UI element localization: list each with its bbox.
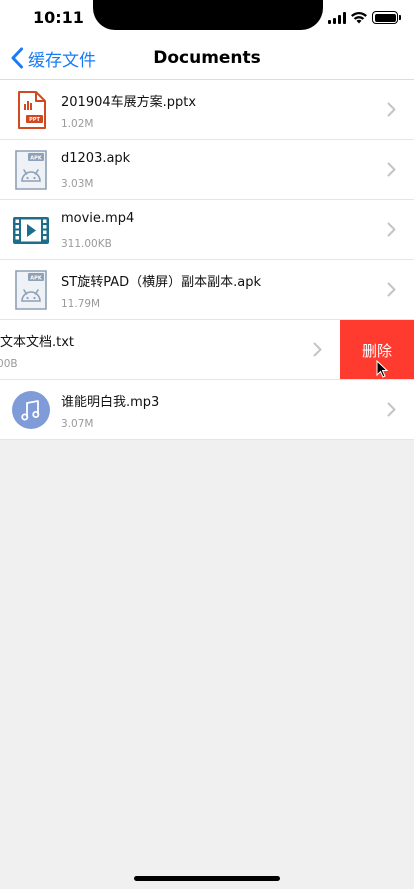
file-size: 3.07M: [61, 418, 94, 430]
file-size: 2.00B: [0, 358, 18, 370]
apk-file-icon: APK: [15, 150, 47, 190]
status-bar: 10:11: [0, 0, 414, 36]
home-indicator[interactable]: [134, 876, 280, 881]
list-item[interactable]: 谁能明白我.mp3 3.07M: [0, 380, 414, 440]
chevron-left-icon: [11, 47, 23, 69]
chevron-right-icon: [387, 402, 396, 417]
file-name: ST旋转PAD（横屏）副本副本.apk: [61, 275, 261, 290]
file-size: 3.03M: [61, 178, 94, 190]
screen: 10:11 缓存文件 Documents PPT 201904车展方案.pptx…: [0, 0, 414, 889]
file-name: d1203.apk: [61, 151, 131, 166]
notch: [93, 0, 323, 30]
list-item[interactable]: movie.mp4 311.00KB: [0, 200, 414, 260]
battery-icon: [372, 11, 401, 24]
list-item[interactable]: 建文本文档.txt 2.00B 删除: [0, 320, 414, 380]
back-label: 缓存文件: [28, 50, 96, 71]
signal-icon: [328, 12, 346, 24]
apk-file-icon: APK: [15, 270, 47, 310]
mouse-cursor-icon: [376, 360, 388, 378]
chevron-right-icon: [387, 222, 396, 237]
svg-text:PPT: PPT: [29, 117, 40, 123]
chevron-right-icon: [387, 282, 396, 297]
list-item[interactable]: PPT 201904车展方案.pptx 1.02M: [0, 80, 414, 140]
file-name: 谁能明白我.mp3: [61, 395, 160, 410]
music-file-icon: [12, 391, 50, 429]
file-size: 1.02M: [61, 118, 94, 130]
file-name: 建文本文档.txt: [0, 335, 75, 350]
wifi-icon: [351, 11, 367, 24]
status-time: 10:11: [33, 8, 84, 27]
delete-label: 删除: [361, 341, 392, 360]
navigation-bar: 缓存文件 Documents: [0, 36, 414, 80]
file-name: 201904车展方案.pptx: [61, 95, 197, 110]
chevron-right-icon: [387, 162, 396, 177]
ppt-file-icon: PPT: [18, 91, 46, 129]
list-item[interactable]: APK ST旋转PAD（横屏）副本副本.apk 11.79M: [0, 260, 414, 320]
list-item[interactable]: APK d1203.apk 3.03M: [0, 140, 414, 200]
back-button[interactable]: 缓存文件: [10, 36, 96, 80]
chevron-right-icon: [387, 102, 396, 117]
file-name: movie.mp4: [61, 211, 135, 226]
chevron-right-icon: [313, 342, 322, 357]
svg-text:APK: APK: [30, 155, 43, 161]
file-list: PPT 201904车展方案.pptx 1.02M APK d1203.apk …: [0, 80, 414, 440]
file-size: 11.79M: [61, 298, 101, 310]
video-file-icon: [13, 217, 49, 244]
file-size: 311.00KB: [61, 238, 112, 250]
svg-text:APK: APK: [30, 275, 43, 281]
